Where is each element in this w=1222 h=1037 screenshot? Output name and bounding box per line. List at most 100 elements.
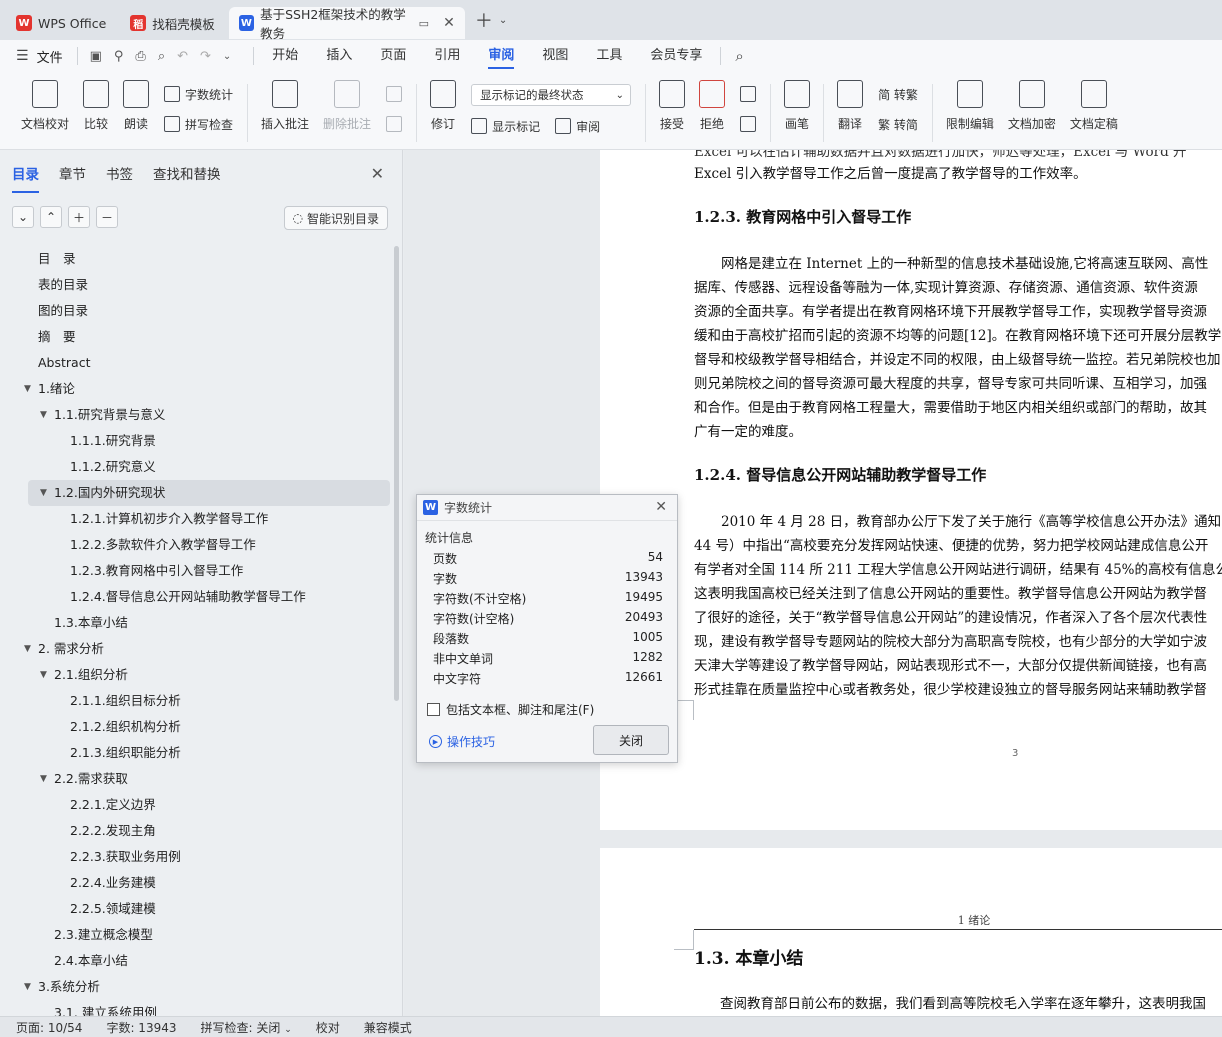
toc-item[interactable]: 1.1.2.研究意义: [0, 454, 392, 480]
finalize-button[interactable]: 文档定稿: [1070, 80, 1118, 132]
menu-tools[interactable]: 工具: [582, 40, 636, 72]
toc-item[interactable]: 1.2.3.教育网格中引入督导工作: [0, 558, 392, 584]
encrypt-button[interactable]: 文档加密: [1008, 80, 1056, 132]
toc-item[interactable]: ▼ 2.1.组织分析: [0, 662, 392, 688]
dialog-title-bar[interactable]: W 字数统计: [417, 495, 677, 521]
add-heading-button[interactable]: ＋: [68, 206, 90, 228]
review-pane-button[interactable]: 审阅: [576, 118, 600, 135]
close-button[interactable]: 关闭: [593, 725, 669, 755]
toc-item[interactable]: 1.2.1.计算机初步介入教学督导工作: [0, 506, 392, 532]
chevron-down-icon[interactable]: ⌄: [499, 15, 507, 26]
undo-icon[interactable]: ↶: [177, 49, 188, 64]
toc-item[interactable]: 2.1.3.组织职能分析: [0, 740, 392, 766]
status-page[interactable]: 页面: 10/54: [16, 1019, 82, 1036]
tab-document[interactable]: W 基于SSH2框架技术的教学教务 ▭ ✕: [228, 7, 465, 41]
read-aloud-button[interactable]: 朗读: [123, 80, 150, 132]
pen-button[interactable]: 画笔: [784, 80, 811, 132]
status-spell-check[interactable]: 拼写检查: 关闭 ⌄: [201, 1019, 292, 1036]
smart-toc-button[interactable]: ◌ 智能识别目录: [283, 206, 388, 230]
status-proofing[interactable]: 校对: [316, 1019, 340, 1036]
expand-toggle-icon[interactable]: ▼: [24, 636, 31, 662]
tab-chapters[interactable]: 章节: [59, 163, 86, 183]
next-change-button[interactable]: [740, 114, 757, 134]
menu-page[interactable]: 页面: [366, 40, 420, 72]
show-markup-button[interactable]: 显示标记: [492, 118, 540, 135]
close-icon[interactable]: ✕: [443, 15, 455, 31]
expand-toggle-icon[interactable]: ▼: [40, 662, 47, 688]
toc-item[interactable]: 2.2.3.获取业务用例: [0, 844, 392, 870]
toc-item[interactable]: 图的目录: [0, 298, 392, 324]
translate-button[interactable]: 翻译: [837, 80, 864, 132]
toc-item[interactable]: ▼ 2. 需求分析: [0, 636, 392, 662]
print-preview-icon[interactable]: ⌕: [158, 49, 165, 64]
toc-item[interactable]: 2.3.建立概念模型: [0, 922, 392, 948]
expand-up-button[interactable]: ⌃: [40, 206, 62, 228]
delete-comment-button[interactable]: 删除批注: [323, 80, 371, 132]
accept-button[interactable]: 接受: [659, 80, 686, 132]
restrict-edit-button[interactable]: 限制编辑: [946, 80, 994, 132]
toc-item[interactable]: 表的目录: [0, 272, 392, 298]
toc-item[interactable]: ▼ 1.1.研究背景与意义: [0, 402, 392, 428]
expand-toggle-icon[interactable]: ▼: [40, 766, 47, 792]
tab-wps-office[interactable]: W WPS Office: [6, 7, 116, 39]
redo-icon[interactable]: ↷: [200, 49, 211, 64]
toc-item[interactable]: 1.2.2.多款软件介入教学督导工作: [0, 532, 392, 558]
toc-item[interactable]: Abstract: [0, 350, 392, 376]
word-count-button[interactable]: 字数统计: [164, 84, 233, 104]
tab-toc[interactable]: 目录: [12, 163, 39, 193]
collapse-all-button[interactable]: ⌄: [12, 206, 34, 228]
chevron-down-icon[interactable]: ⌄: [223, 51, 231, 62]
to-traditional-button[interactable]: 简 转繁: [878, 84, 918, 104]
toc-item[interactable]: 2.2.5.领域建模: [0, 896, 392, 922]
next-comment-button[interactable]: [386, 114, 403, 134]
toc-item[interactable]: 2.2.1.定义边界: [0, 792, 392, 818]
revise-button[interactable]: 修订: [430, 80, 457, 132]
close-icon[interactable]: ✕: [371, 164, 384, 183]
print-icon[interactable]: ⎙: [135, 49, 145, 64]
checkbox-box[interactable]: [427, 703, 440, 716]
search-icon[interactable]: ⌕: [735, 47, 743, 65]
prev-comment-button[interactable]: [386, 84, 403, 104]
tab-find-replace[interactable]: 查找和替换: [153, 163, 221, 183]
expand-toggle-icon[interactable]: ▼: [24, 376, 31, 402]
include-textboxes-checkbox[interactable]: 包括文本框、脚注和尾注(F): [427, 701, 594, 718]
toc-item[interactable]: ▼ 2.2.需求获取: [0, 766, 392, 792]
menu-file[interactable]: 文件: [37, 47, 63, 66]
expand-toggle-icon[interactable]: ▼: [40, 402, 47, 428]
tips-link[interactable]: ▶ 操作技巧: [429, 733, 495, 750]
display-mode-select[interactable]: 显示标记的最终状态 ⌄: [471, 84, 632, 106]
close-icon[interactable]: ✕: [655, 499, 667, 515]
insert-comment-button[interactable]: 插入批注: [261, 80, 309, 132]
compare-button[interactable]: 比较: [83, 80, 110, 132]
menu-member[interactable]: 会员专享: [636, 40, 716, 72]
toc-item[interactable]: ▼ 1.绪论: [0, 376, 392, 402]
toc-item[interactable]: 摘 要: [0, 324, 392, 350]
toc-item[interactable]: 2.4.本章小结: [0, 948, 392, 974]
scrollbar[interactable]: [394, 246, 399, 701]
prev-change-button[interactable]: [740, 84, 757, 104]
toc-item[interactable]: 1.3.本章小结: [0, 610, 392, 636]
toc-item[interactable]: ▼ 3.系统分析: [0, 974, 392, 1000]
reject-button[interactable]: 拒绝: [699, 80, 726, 132]
menu-references[interactable]: 引用: [420, 40, 474, 72]
menu-review[interactable]: 审阅: [474, 40, 528, 72]
toc-item[interactable]: 2.2.4.业务建模: [0, 870, 392, 896]
hamburger-icon[interactable]: ☰: [16, 48, 29, 64]
toc-item[interactable]: 2.1.2.组织机构分析: [0, 714, 392, 740]
toc-item[interactable]: 1.1.1.研究背景: [0, 428, 392, 454]
expand-toggle-icon[interactable]: ▼: [40, 480, 47, 506]
status-word-count[interactable]: 字数: 13943: [106, 1019, 176, 1036]
toc-item[interactable]: 1.2.4.督导信息公开网站辅助教学督导工作: [0, 584, 392, 610]
expand-toggle-icon[interactable]: ▼: [24, 974, 31, 1000]
to-simplified-button[interactable]: 繁 转简: [878, 114, 918, 134]
toc-item[interactable]: 2.2.2.发现主角: [0, 818, 392, 844]
toc-item[interactable]: 2.1.1.组织目标分析: [0, 688, 392, 714]
menu-insert[interactable]: 插入: [312, 40, 366, 72]
new-tab-icon[interactable]: ＋: [475, 7, 493, 33]
spell-check-button[interactable]: 拼写检查: [164, 114, 233, 134]
save-icon[interactable]: ▣: [90, 49, 102, 64]
link-icon[interactable]: ⚲: [114, 49, 124, 64]
toc-item[interactable]: ▼ 1.2.国内外研究现状: [28, 480, 390, 506]
screen-icon[interactable]: ▭: [419, 17, 429, 30]
remove-heading-button[interactable]: －: [96, 206, 118, 228]
